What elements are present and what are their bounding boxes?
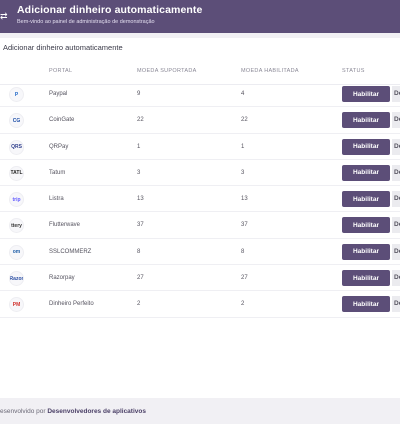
gateway-card: Adicionar dinheiro automaticamente PORTA… bbox=[0, 38, 400, 398]
table-row: om SSLCOMMERZ 8 8 HabilitarDe bbox=[0, 239, 400, 266]
disable-button[interactable]: De bbox=[392, 296, 400, 313]
enabled-currency-count: 37 bbox=[241, 222, 248, 229]
disable-button[interactable]: De bbox=[392, 191, 400, 208]
gateway-name: QRPay bbox=[49, 143, 69, 150]
sslcommerz-icon: om bbox=[9, 244, 24, 260]
table-row: QRS QRPay 1 1 HabilitarDe bbox=[0, 134, 400, 160]
page-header: ⇄ Adicionar dinheiro automaticamente Bem… bbox=[0, 0, 400, 33]
enable-button[interactable]: Habilitar bbox=[342, 138, 390, 155]
gateway-name: Flutterwave bbox=[49, 222, 81, 229]
gateway-name: Razorpay bbox=[49, 275, 75, 282]
supported-currency-count: 27 bbox=[137, 275, 144, 282]
page-title: Adicionar dinheiro automaticamente bbox=[17, 4, 203, 16]
tatum-icon: TATL bbox=[9, 165, 24, 181]
qrpay-icon: QRS bbox=[9, 139, 24, 155]
enabled-currency-count: 1 bbox=[241, 143, 245, 150]
table-row: ttery Flutterwave 37 37 HabilitarDe bbox=[0, 212, 400, 239]
table-row: P Paypal 9 4 HabilitarDe bbox=[0, 81, 400, 108]
perfect-money-icon: PM bbox=[9, 297, 24, 313]
gateway-name: CoinGate bbox=[49, 117, 75, 124]
enable-button[interactable]: Habilitar bbox=[342, 217, 390, 234]
supported-currency-count: 2 bbox=[137, 301, 141, 308]
column-portal: PORTAL bbox=[49, 68, 73, 74]
disable-button[interactable]: De bbox=[392, 138, 400, 155]
table-row: PM Dinheiro Perfeito 2 2 HabilitarDe bbox=[0, 291, 400, 318]
supported-currency-count: 22 bbox=[137, 117, 144, 124]
card-title: Adicionar dinheiro automaticamente bbox=[3, 43, 123, 52]
enabled-currency-count: 13 bbox=[241, 196, 248, 203]
flutterwave-icon: ttery bbox=[9, 218, 24, 234]
gateway-name: Paypal bbox=[49, 91, 68, 97]
table-row: trip Listra 13 13 HabilitarDe bbox=[0, 186, 400, 213]
gateway-name: SSLCOMMERZ bbox=[49, 248, 92, 255]
swap-icon[interactable]: ⇄ bbox=[0, 10, 9, 22]
enabled-currency-count: 2 bbox=[241, 301, 245, 308]
supported-currency-count: 9 bbox=[137, 91, 141, 97]
supported-currency-count: 1 bbox=[137, 143, 141, 150]
enable-button[interactable]: Habilitar bbox=[342, 86, 390, 102]
table-row: TATL Tatum 3 3 HabilitarDe bbox=[0, 160, 400, 187]
listra-icon: trip bbox=[9, 192, 24, 208]
column-enabled-currency: MOEDA HABILITADA bbox=[241, 68, 299, 74]
enabled-currency-count: 22 bbox=[241, 117, 248, 124]
enabled-currency-count: 4 bbox=[241, 91, 245, 97]
gateway-name: Dinheiro Perfeito bbox=[49, 301, 94, 308]
table-row: CG CoinGate 22 22 HabilitarDe bbox=[0, 107, 400, 134]
supported-currency-count: 13 bbox=[137, 196, 144, 203]
enable-button[interactable]: Habilitar bbox=[342, 243, 390, 260]
page-subtitle: Bem-vindo ao painel de administração de … bbox=[17, 19, 155, 25]
gateway-name: Listra bbox=[49, 196, 64, 203]
disable-button[interactable]: De bbox=[392, 270, 400, 287]
supported-currency-count: 3 bbox=[137, 169, 141, 176]
table-row: Razor Razorpay 27 27 HabilitarDe bbox=[0, 265, 400, 292]
disable-button[interactable]: De bbox=[392, 164, 400, 181]
gateway-name: Tatum bbox=[49, 169, 66, 176]
enabled-currency-count: 3 bbox=[241, 169, 245, 176]
footer: esenvolvido por Desenvolvedores de aplic… bbox=[0, 408, 146, 415]
disable-button[interactable]: De bbox=[392, 112, 400, 129]
enabled-currency-count: 8 bbox=[241, 248, 245, 255]
gateway-table-body: PPaypal94HabilitarDeCGCoinGate2222Habili… bbox=[0, 81, 400, 318]
enable-button[interactable]: Habilitar bbox=[342, 112, 390, 129]
disable-button[interactable]: De bbox=[392, 86, 400, 102]
enable-button[interactable]: Habilitar bbox=[342, 296, 390, 313]
column-supported-currency: MOEDA SUPORTADA bbox=[137, 68, 197, 74]
enable-button[interactable]: Habilitar bbox=[342, 191, 390, 208]
enable-button[interactable]: Habilitar bbox=[342, 270, 390, 287]
disable-button[interactable]: De bbox=[392, 217, 400, 234]
supported-currency-count: 8 bbox=[137, 248, 141, 255]
disable-button[interactable]: De bbox=[392, 243, 400, 260]
enable-button[interactable]: Habilitar bbox=[342, 164, 390, 181]
footer-brand-link[interactable]: Desenvolvedores de aplicativos bbox=[47, 408, 146, 415]
supported-currency-count: 37 bbox=[137, 222, 144, 229]
coingate-icon: CG bbox=[9, 113, 24, 129]
razorpay-icon: Razor bbox=[9, 271, 24, 287]
paypal-icon: P bbox=[9, 87, 24, 102]
column-status: STATUS bbox=[342, 68, 365, 74]
footer-prefix: esenvolvido por bbox=[0, 408, 48, 415]
enabled-currency-count: 27 bbox=[241, 275, 248, 282]
